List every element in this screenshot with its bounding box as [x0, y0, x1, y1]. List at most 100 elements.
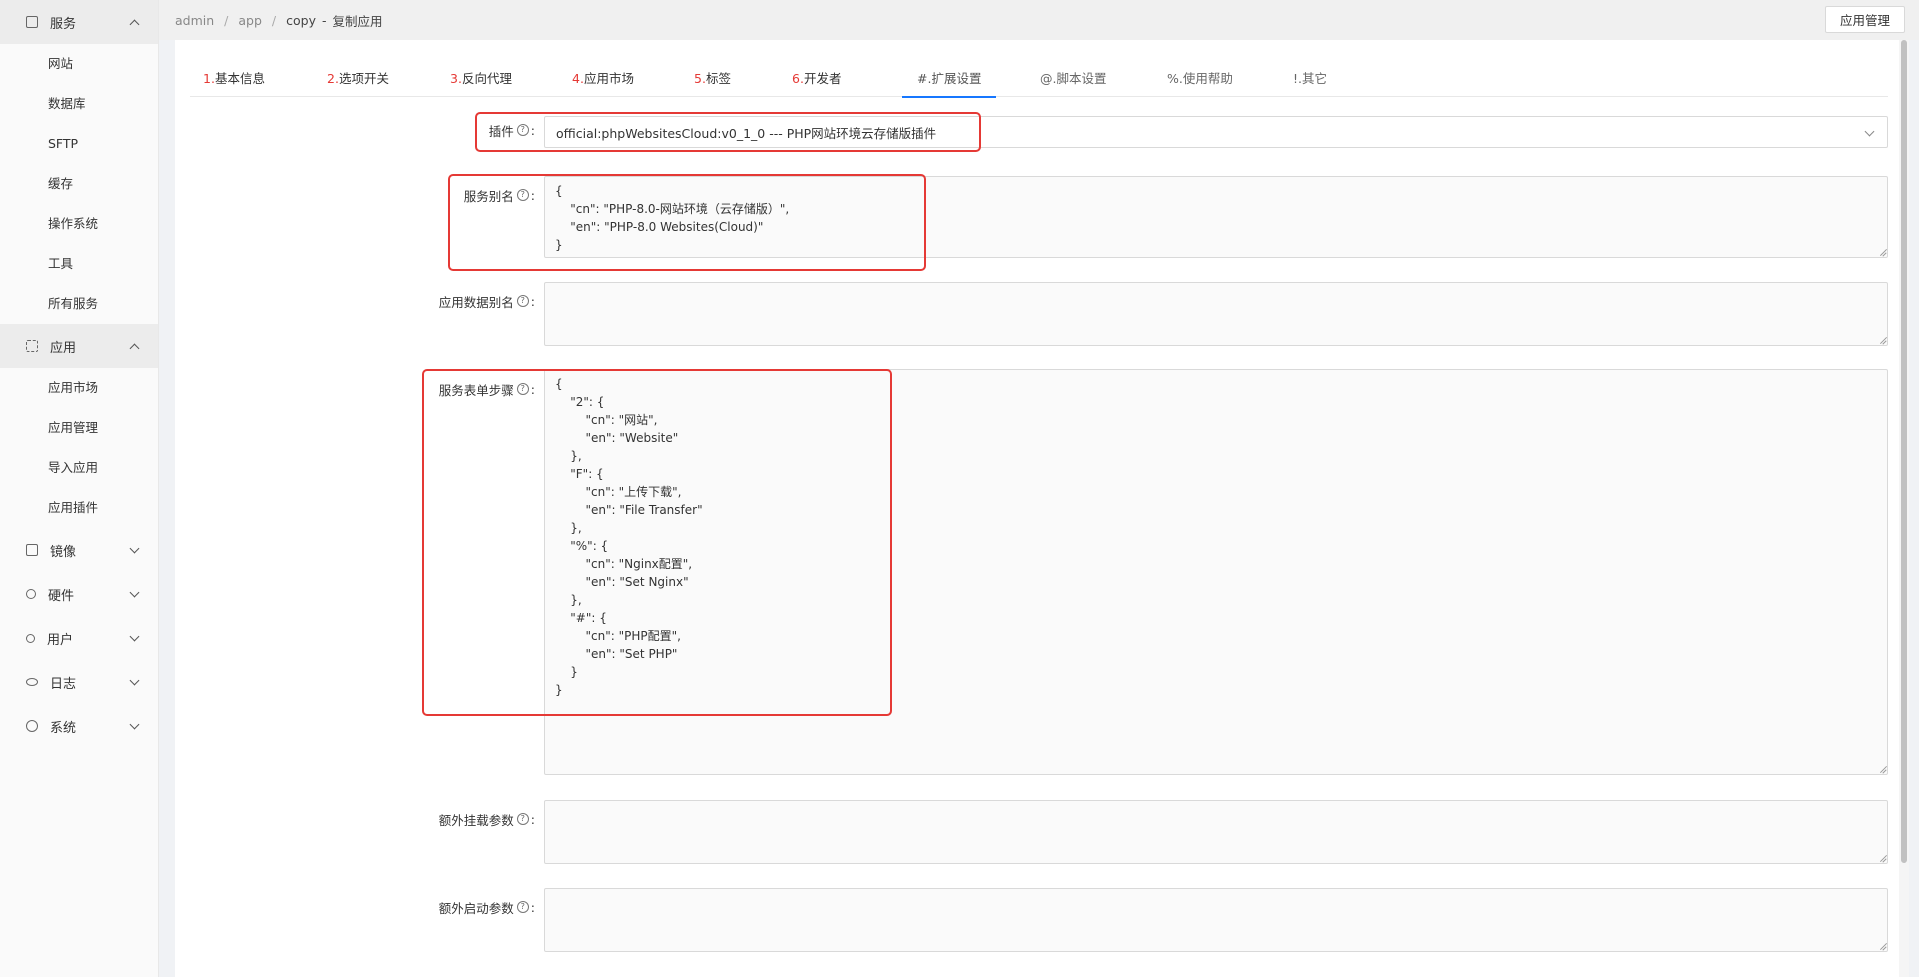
resize-handle[interactable]	[1879, 854, 1887, 862]
tab-label: 扩展设置	[931, 71, 982, 86]
user-icon	[26, 633, 35, 643]
chevron-down-icon	[129, 631, 140, 641]
breadcrumb-separator: /	[271, 12, 277, 28]
sidebar-item-tools[interactable]: 工具	[0, 244, 158, 284]
tab-label: 反向代理	[461, 71, 512, 86]
sidebar-group-label: 应用	[50, 340, 77, 356]
tab-label: 开发者	[803, 71, 842, 86]
field-label-text: 服务别名	[463, 188, 514, 204]
sidebar-item-import-app[interactable]: 导入应用	[0, 448, 158, 488]
chevron-down-icon	[1864, 126, 1875, 137]
image-icon	[26, 544, 38, 556]
app-manage-button[interactable]: 应用管理	[1824, 6, 1905, 33]
field-label-text: 额外启动参数	[438, 900, 514, 916]
app-data-alias-label: 应用数据别名?:	[425, 291, 535, 311]
question-icon[interactable]: ?	[516, 383, 529, 395]
tab-number: 2.	[327, 71, 339, 86]
tab-number: %.	[1167, 71, 1183, 86]
extra-mount-textarea[interactable]	[544, 800, 1888, 864]
resize-handle[interactable]	[1879, 765, 1887, 773]
label-colon: :	[530, 811, 535, 827]
breadcrumb-separator: /	[224, 12, 229, 28]
tab-basic-info[interactable]: 1.基本信息	[203, 60, 265, 97]
resize-handle[interactable]	[1879, 336, 1887, 344]
sidebar-group-label: 日志	[50, 676, 77, 692]
sidebar-item-sftp[interactable]: SFTP	[0, 124, 158, 164]
tab-number: 3.	[450, 71, 462, 86]
settings-icon	[26, 720, 38, 732]
sidebar-group-services[interactable]: 服务	[0, 0, 158, 44]
sidebar-group-logs[interactable]: 日志	[0, 660, 158, 704]
sidebar-item-cache[interactable]: 缓存	[0, 164, 158, 204]
chevron-up-icon	[129, 343, 140, 353]
tab-app-market[interactable]: 4.应用市场	[572, 60, 634, 97]
resize-handle[interactable]	[1879, 942, 1887, 950]
breadcrumb-item: copy	[286, 12, 316, 28]
sidebar-group-users[interactable]: 用户	[0, 616, 158, 660]
label-colon: :	[530, 899, 535, 915]
plugin-select-value: official:phpWebsitesCloud:v0_1_0 --- PHP…	[556, 125, 937, 141]
tab-usage-help[interactable]: %.使用帮助	[1167, 60, 1233, 97]
breadcrumb: admin / app / copy - 复制应用 应用管理	[159, 0, 1919, 40]
field-label-text: 应用数据别名	[438, 294, 514, 310]
form-steps-textarea[interactable]: { "2": { "cn": "网站", "en": "Website" }, …	[544, 369, 1888, 775]
sidebar-item-app-plugins[interactable]: 应用插件	[0, 488, 158, 528]
sidebar-group-system[interactable]: 系统	[0, 704, 158, 748]
main-panel: 1.基本信息 2.选项开关 3.反向代理 4.应用市场 5.标签 6.开发者 #…	[175, 40, 1909, 977]
plugin-label: 插件?:	[425, 120, 535, 140]
question-icon[interactable]: ?	[516, 901, 529, 913]
resize-handle[interactable]	[1879, 248, 1887, 256]
breadcrumb-current: 复制应用	[332, 13, 383, 29]
label-colon: :	[530, 381, 535, 397]
store-icon	[26, 16, 38, 28]
sidebar-item-app-manage[interactable]: 应用管理	[0, 408, 158, 448]
extra-start-textarea[interactable]	[544, 888, 1888, 952]
question-icon[interactable]: ?	[516, 124, 529, 136]
chevron-down-icon	[129, 675, 140, 685]
tab-developer[interactable]: 6.开发者	[792, 60, 841, 97]
tab-number: 5.	[694, 71, 706, 86]
tab-number: 6.	[792, 71, 804, 86]
eye-icon	[26, 678, 38, 686]
sidebar-item-website[interactable]: 网站	[0, 44, 158, 84]
field-label-text: 服务表单步骤	[438, 382, 514, 398]
breadcrumb-item[interactable]: admin	[175, 13, 214, 28]
tab-label: 脚本设置	[1056, 71, 1107, 86]
sidebar-group-label: 服务	[50, 16, 77, 32]
tab-number: 4.	[572, 71, 584, 86]
question-icon[interactable]: ?	[516, 295, 529, 307]
question-icon[interactable]: ?	[516, 813, 529, 825]
apps-icon	[26, 340, 38, 352]
sidebar-group-label: 硬件	[48, 588, 75, 604]
sidebar-item-app-market[interactable]: 应用市场	[0, 368, 158, 408]
extra-mount-label: 额外挂载参数?:	[425, 809, 535, 829]
tab-tags[interactable]: 5.标签	[694, 60, 731, 97]
tab-script-settings[interactable]: @.脚本设置	[1040, 60, 1107, 97]
tab-label: 其它	[1301, 71, 1327, 86]
sidebar-item-all-services[interactable]: 所有服务	[0, 284, 158, 324]
sidebar-group-apps[interactable]: 应用	[0, 324, 158, 368]
tab-reverse-proxy[interactable]: 3.反向代理	[450, 60, 512, 97]
extra-start-label: 额外启动参数?:	[425, 897, 535, 917]
sidebar-group-label: 系统	[50, 720, 77, 736]
tab-label: 标签	[705, 71, 731, 86]
scrollbar-thumb[interactable]	[1901, 40, 1907, 863]
chevron-down-icon	[129, 719, 140, 729]
tab-other[interactable]: !.其它	[1293, 60, 1327, 97]
tab-options[interactable]: 2.选项开关	[327, 60, 389, 97]
tab-extension-settings[interactable]: #.扩展设置	[901, 60, 998, 98]
service-alias-textarea[interactable]: { "cn": "PHP-8.0-网站环境（云存储版）", "en": "PHP…	[544, 176, 1888, 258]
plugin-select[interactable]: official:phpWebsitesCloud:v0_1_0 --- PHP…	[544, 116, 1888, 148]
breadcrumb-item[interactable]: app	[238, 13, 262, 28]
app-data-alias-textarea[interactable]	[544, 282, 1888, 346]
sidebar-item-database[interactable]: 数据库	[0, 84, 158, 124]
sidebar-item-os[interactable]: 操作系统	[0, 204, 158, 244]
tab-number: !.	[1293, 71, 1302, 86]
chevron-down-icon	[129, 543, 140, 553]
tab-number: 1.	[203, 71, 215, 86]
sidebar-group-images[interactable]: 镜像	[0, 528, 158, 572]
sidebar-group-hardware[interactable]: 硬件	[0, 572, 158, 616]
question-icon[interactable]: ?	[516, 189, 529, 201]
label-colon: :	[530, 293, 535, 309]
vertical-scrollbar[interactable]	[1899, 40, 1909, 977]
